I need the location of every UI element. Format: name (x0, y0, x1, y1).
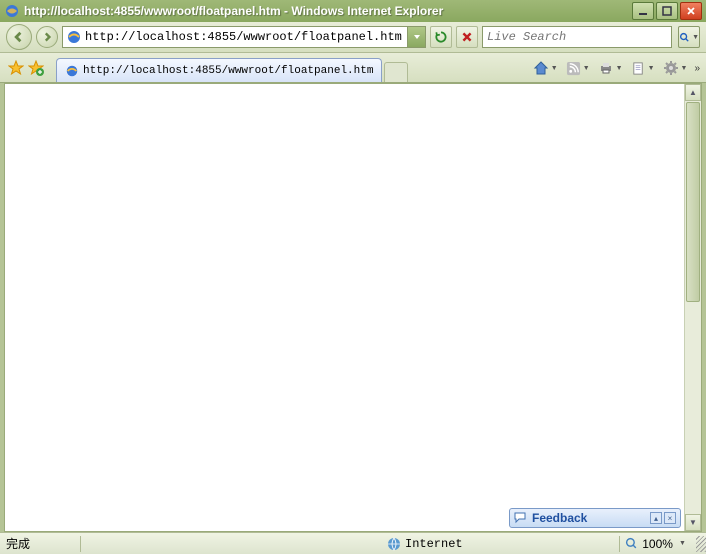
home-icon (533, 60, 549, 76)
zoom-icon (625, 537, 638, 550)
feedback-collapse-button[interactable]: ▴ (650, 512, 662, 524)
magnifier-icon (679, 31, 690, 44)
page-button[interactable]: ▼ (628, 58, 658, 78)
favorites-button[interactable] (6, 58, 26, 78)
gear-icon (663, 60, 679, 76)
scroll-down-button[interactable]: ▼ (685, 514, 701, 531)
search-bar[interactable] (482, 26, 672, 48)
feedback-icon (514, 511, 528, 525)
forward-button[interactable] (36, 26, 58, 48)
print-button[interactable]: ▼ (595, 58, 626, 78)
page-icon (631, 61, 646, 76)
address-input[interactable] (85, 30, 407, 44)
maximize-button[interactable] (656, 2, 678, 20)
stop-button[interactable] (456, 26, 478, 48)
command-bar: ▼ ▼ ▼ ▼ ▼ (530, 58, 691, 78)
close-button[interactable] (680, 2, 702, 20)
ie-page-icon (66, 29, 82, 45)
chevron-expand-icon[interactable]: » (694, 63, 700, 74)
search-input[interactable] (483, 30, 671, 44)
feedback-panel[interactable]: Feedback ▴ × (509, 508, 681, 528)
navigation-bar: ▼ (0, 22, 706, 53)
rss-icon (566, 61, 581, 76)
feeds-button[interactable]: ▼ (563, 58, 593, 78)
scroll-thumb[interactable] (686, 102, 700, 302)
address-dropdown[interactable] (407, 27, 425, 47)
ie-page-icon (65, 64, 79, 78)
address-bar[interactable] (62, 26, 426, 48)
resize-grip[interactable] (696, 536, 706, 552)
feedback-close-button[interactable]: × (664, 512, 676, 524)
vertical-scrollbar[interactable]: ▲ ▼ (684, 84, 701, 531)
scroll-up-button[interactable]: ▲ (685, 84, 701, 101)
status-bar: 完成 Internet 100% ▼ (0, 532, 706, 554)
page-content: ▲ ▼ Feedback ▴ × (4, 83, 702, 532)
tab-bar: http://localhost:4855/wwwroot/floatpanel… (0, 53, 706, 83)
zoom-value: 100% (642, 537, 673, 551)
ie-logo-icon (4, 3, 20, 19)
search-dropdown-icon[interactable]: ▼ (692, 34, 699, 41)
zoom-control[interactable]: 100% ▼ (619, 537, 692, 551)
home-button[interactable]: ▼ (530, 58, 561, 78)
security-zone[interactable]: Internet (381, 537, 469, 551)
back-button[interactable] (6, 24, 32, 50)
zone-label: Internet (405, 537, 463, 551)
status-text: 完成 (0, 535, 80, 552)
new-tab-button[interactable] (384, 62, 408, 82)
refresh-button[interactable] (430, 26, 452, 48)
minimize-button[interactable] (632, 2, 654, 20)
search-button[interactable]: ▼ (678, 26, 700, 48)
window-titlebar: http://localhost:4855/wwwroot/floatpanel… (0, 0, 706, 22)
add-favorites-button[interactable] (26, 58, 46, 78)
window-title: http://localhost:4855/wwwroot/floatpanel… (24, 4, 632, 18)
internet-zone-icon (387, 537, 401, 551)
printer-icon (598, 60, 614, 76)
feedback-label: Feedback (532, 511, 648, 525)
tab-title: http://localhost:4855/wwwroot/floatpanel… (83, 65, 373, 77)
tools-button[interactable]: ▼ (660, 58, 691, 78)
tab-active[interactable]: http://localhost:4855/wwwroot/floatpanel… (56, 58, 382, 82)
zoom-dropdown-icon[interactable]: ▼ (679, 540, 686, 547)
